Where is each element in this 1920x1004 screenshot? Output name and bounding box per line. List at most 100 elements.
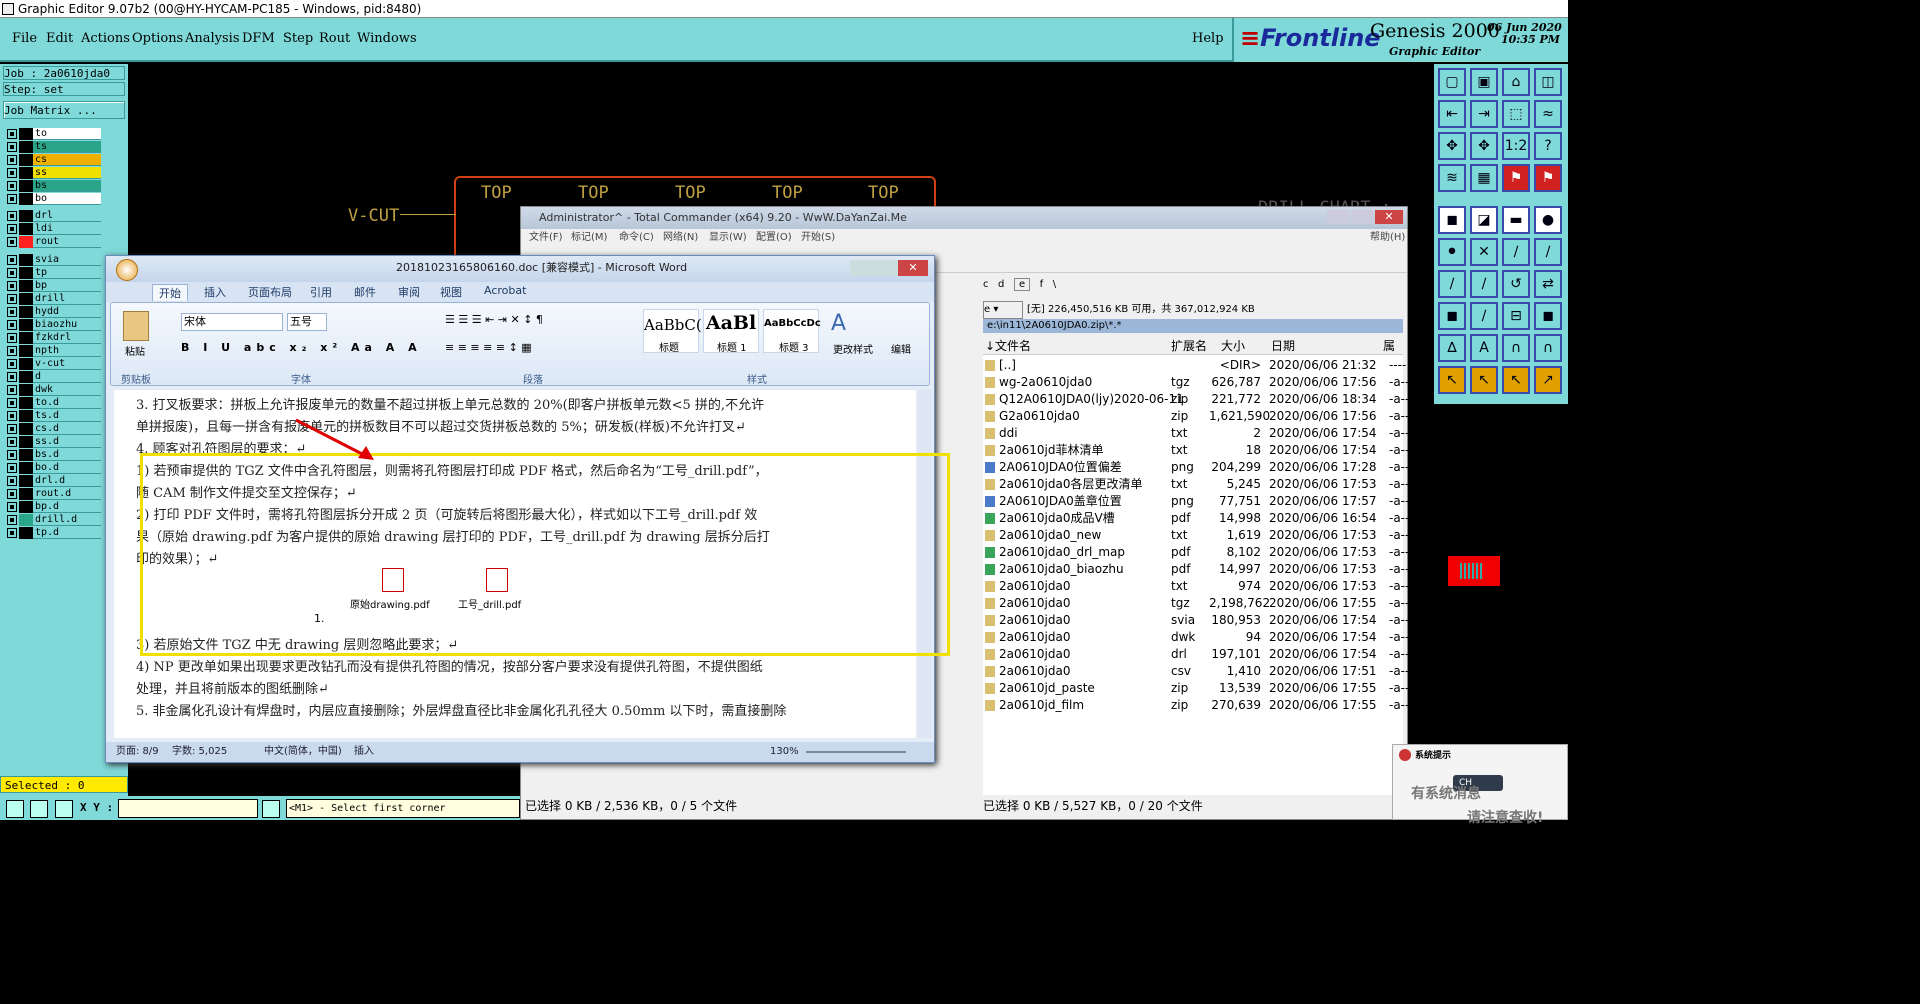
status-words[interactable]: 字数: 5,025 (172, 742, 227, 762)
tool-button-icon[interactable]: ⬚ (1502, 100, 1530, 128)
tab-mailings[interactable]: 邮件 (354, 284, 376, 300)
layer-checkbox[interactable] (7, 437, 17, 447)
file-row[interactable]: 2a0610jd菲林清单 txt 18 2020/06/06 17:54 -a-- (983, 442, 1409, 459)
menu-step[interactable]: Step (283, 31, 313, 46)
tool-button-icon[interactable]: ⌂ (1502, 68, 1530, 96)
layer-name[interactable]: ts (33, 141, 101, 153)
layer-name[interactable]: biaozhu (33, 319, 101, 331)
drive-button[interactable]: c (983, 279, 989, 290)
tool-button-icon[interactable]: ▢ (1438, 68, 1466, 96)
tool-button-icon[interactable]: ∩ (1534, 334, 1562, 362)
list-buttons[interactable]: ☰ ☰ ☰ ⇤ ⇥ ✕ ↕ ¶ (445, 313, 625, 331)
layer-name[interactable]: drl.d (33, 475, 101, 487)
change-style-icon[interactable]: A (831, 311, 846, 336)
font-format-buttons[interactable]: B I U abc x₂ x² Aa A A (181, 341, 431, 359)
layer-checkbox[interactable] (7, 489, 17, 499)
menu-analysis[interactable]: Analysis (185, 31, 240, 46)
file-row[interactable]: Q12A0610JDA0(ljy)2020-06-11 zip 221,772 202… (983, 391, 1409, 408)
layer-color-swatch[interactable] (19, 475, 33, 487)
tool-button-icon[interactable]: ⚫ (1438, 238, 1466, 266)
xy-input[interactable] (118, 799, 258, 818)
path-bar[interactable]: e:\in11\2A0610JDA0.zip\*.* (983, 319, 1403, 333)
layer-checkbox[interactable] (7, 385, 17, 395)
layer-name[interactable]: rout (33, 236, 101, 248)
layer-checkbox[interactable] (7, 211, 17, 221)
layer-checkbox[interactable] (7, 502, 17, 512)
layer-row[interactable]: bo (5, 193, 101, 205)
tool-button-icon[interactable]: ⚑ (1502, 164, 1530, 192)
layer-name[interactable]: drill (33, 293, 101, 305)
layer-color-swatch[interactable] (19, 462, 33, 474)
layer-row[interactable]: v-cut (5, 358, 101, 370)
layer-color-swatch[interactable] (19, 488, 33, 500)
layer-color-swatch[interactable] (19, 449, 33, 461)
grid-icon[interactable] (55, 800, 73, 818)
layer-checkbox[interactable] (7, 333, 17, 343)
layer-checkbox[interactable] (7, 359, 17, 369)
layer-color-swatch[interactable] (19, 267, 33, 279)
layer-checkbox[interactable] (7, 476, 17, 486)
tool-button-icon[interactable]: ✥ (1438, 132, 1466, 160)
file-row[interactable]: wg-2a0610jda0 tgz 626,787 2020/06/06 17:56-… (983, 374, 1409, 391)
drive-button[interactable]: d (998, 279, 1004, 290)
layer-name[interactable]: ss.d (33, 436, 101, 448)
menu-dfm[interactable]: DFM (242, 31, 275, 46)
layer-row[interactable]: cs (5, 154, 101, 166)
layer-checkbox[interactable] (7, 194, 17, 204)
tool-button-icon[interactable]: ▦ (1470, 164, 1498, 192)
layer-color-swatch[interactable] (19, 436, 33, 448)
tool-button-icon[interactable]: ∕ (1470, 302, 1498, 330)
tool-button-icon[interactable]: ⇄ (1534, 270, 1562, 298)
drive-button[interactable]: e (1013, 278, 1031, 291)
layer-color-swatch[interactable] (19, 371, 33, 383)
file-row[interactable]: 2a0610jda0 svia 180,953 2020/06/06 17:54 -a-… (983, 612, 1409, 629)
layer-checkbox[interactable] (7, 528, 17, 538)
layer-name[interactable]: cs (33, 154, 101, 166)
system-notice-popup[interactable]: 系统提示 CH 有系统消息 请注意查收! (1392, 744, 1568, 826)
menu-actions[interactable]: Actions (81, 31, 130, 46)
layer-name[interactable]: svia (33, 254, 101, 266)
layer-color-swatch[interactable] (19, 527, 33, 539)
layer-name[interactable]: tp (33, 267, 101, 279)
tool-button-icon[interactable]: ▣ (1470, 68, 1498, 96)
tool-button-icon[interactable]: ≋ (1438, 164, 1466, 192)
layer-color-swatch[interactable] (19, 193, 33, 205)
tc-menu-item[interactable]: 命令(C) (619, 229, 654, 247)
tool-button-icon[interactable]: ◪ (1470, 206, 1498, 234)
layer-row[interactable]: bs (5, 180, 101, 192)
tool-button-icon[interactable]: ⚑ (1534, 164, 1562, 192)
tc-menu-item[interactable]: 开始(S) (801, 229, 835, 247)
pause-icon[interactable] (262, 800, 280, 818)
layer-name[interactable]: bs (33, 180, 101, 192)
tc-menu-item[interactable]: 网络(N) (663, 229, 698, 247)
tool-button-icon[interactable]: ⇤ (1438, 100, 1466, 128)
maximize-button[interactable] (1351, 210, 1373, 224)
col-date[interactable]: 日期 (1271, 337, 1295, 355)
layer-name[interactable]: ldi (33, 223, 101, 235)
layer-checkbox[interactable] (7, 155, 17, 165)
layer-row[interactable]: drl.d (5, 475, 101, 487)
close-icon[interactable]: ✕ (1375, 210, 1403, 224)
minimize-button[interactable] (1327, 210, 1349, 224)
tc-menu-item[interactable]: 标记(M) (571, 229, 607, 247)
paste-icon[interactable] (123, 311, 149, 341)
file-row[interactable]: 2a0610jda0 drl 197,101 2020/06/06 17:54 -a-- (983, 646, 1409, 663)
layer-row[interactable]: bp.d (5, 501, 101, 513)
layer-row[interactable]: fzkdrl (5, 332, 101, 344)
layer-row[interactable]: ts.d (5, 410, 101, 422)
tool-button-icon[interactable]: ▬ (1502, 206, 1530, 234)
tool-button-icon[interactable]: ↖ (1470, 366, 1498, 394)
tool-button-icon[interactable]: ∕ (1470, 270, 1498, 298)
measure-icon[interactable] (30, 800, 48, 818)
layer-row[interactable]: rout.d (5, 488, 101, 500)
tab-home[interactable]: 开始 (152, 284, 188, 301)
col-ext[interactable]: 扩展名 (1171, 337, 1207, 355)
file-row[interactable]: 2a0610jd_paste zip 13,539 2020/06/06 17:55-… (983, 680, 1409, 697)
tool-button-icon[interactable]: ↺ (1502, 270, 1530, 298)
layer-checkbox[interactable] (7, 398, 17, 408)
layer-checkbox[interactable] (7, 224, 17, 234)
col-name[interactable]: ↓文件名 (985, 337, 1031, 355)
layer-row[interactable]: ts (5, 141, 101, 153)
edit-label[interactable]: 编辑 (891, 341, 911, 356)
layer-row[interactable]: bs.d (5, 449, 101, 461)
